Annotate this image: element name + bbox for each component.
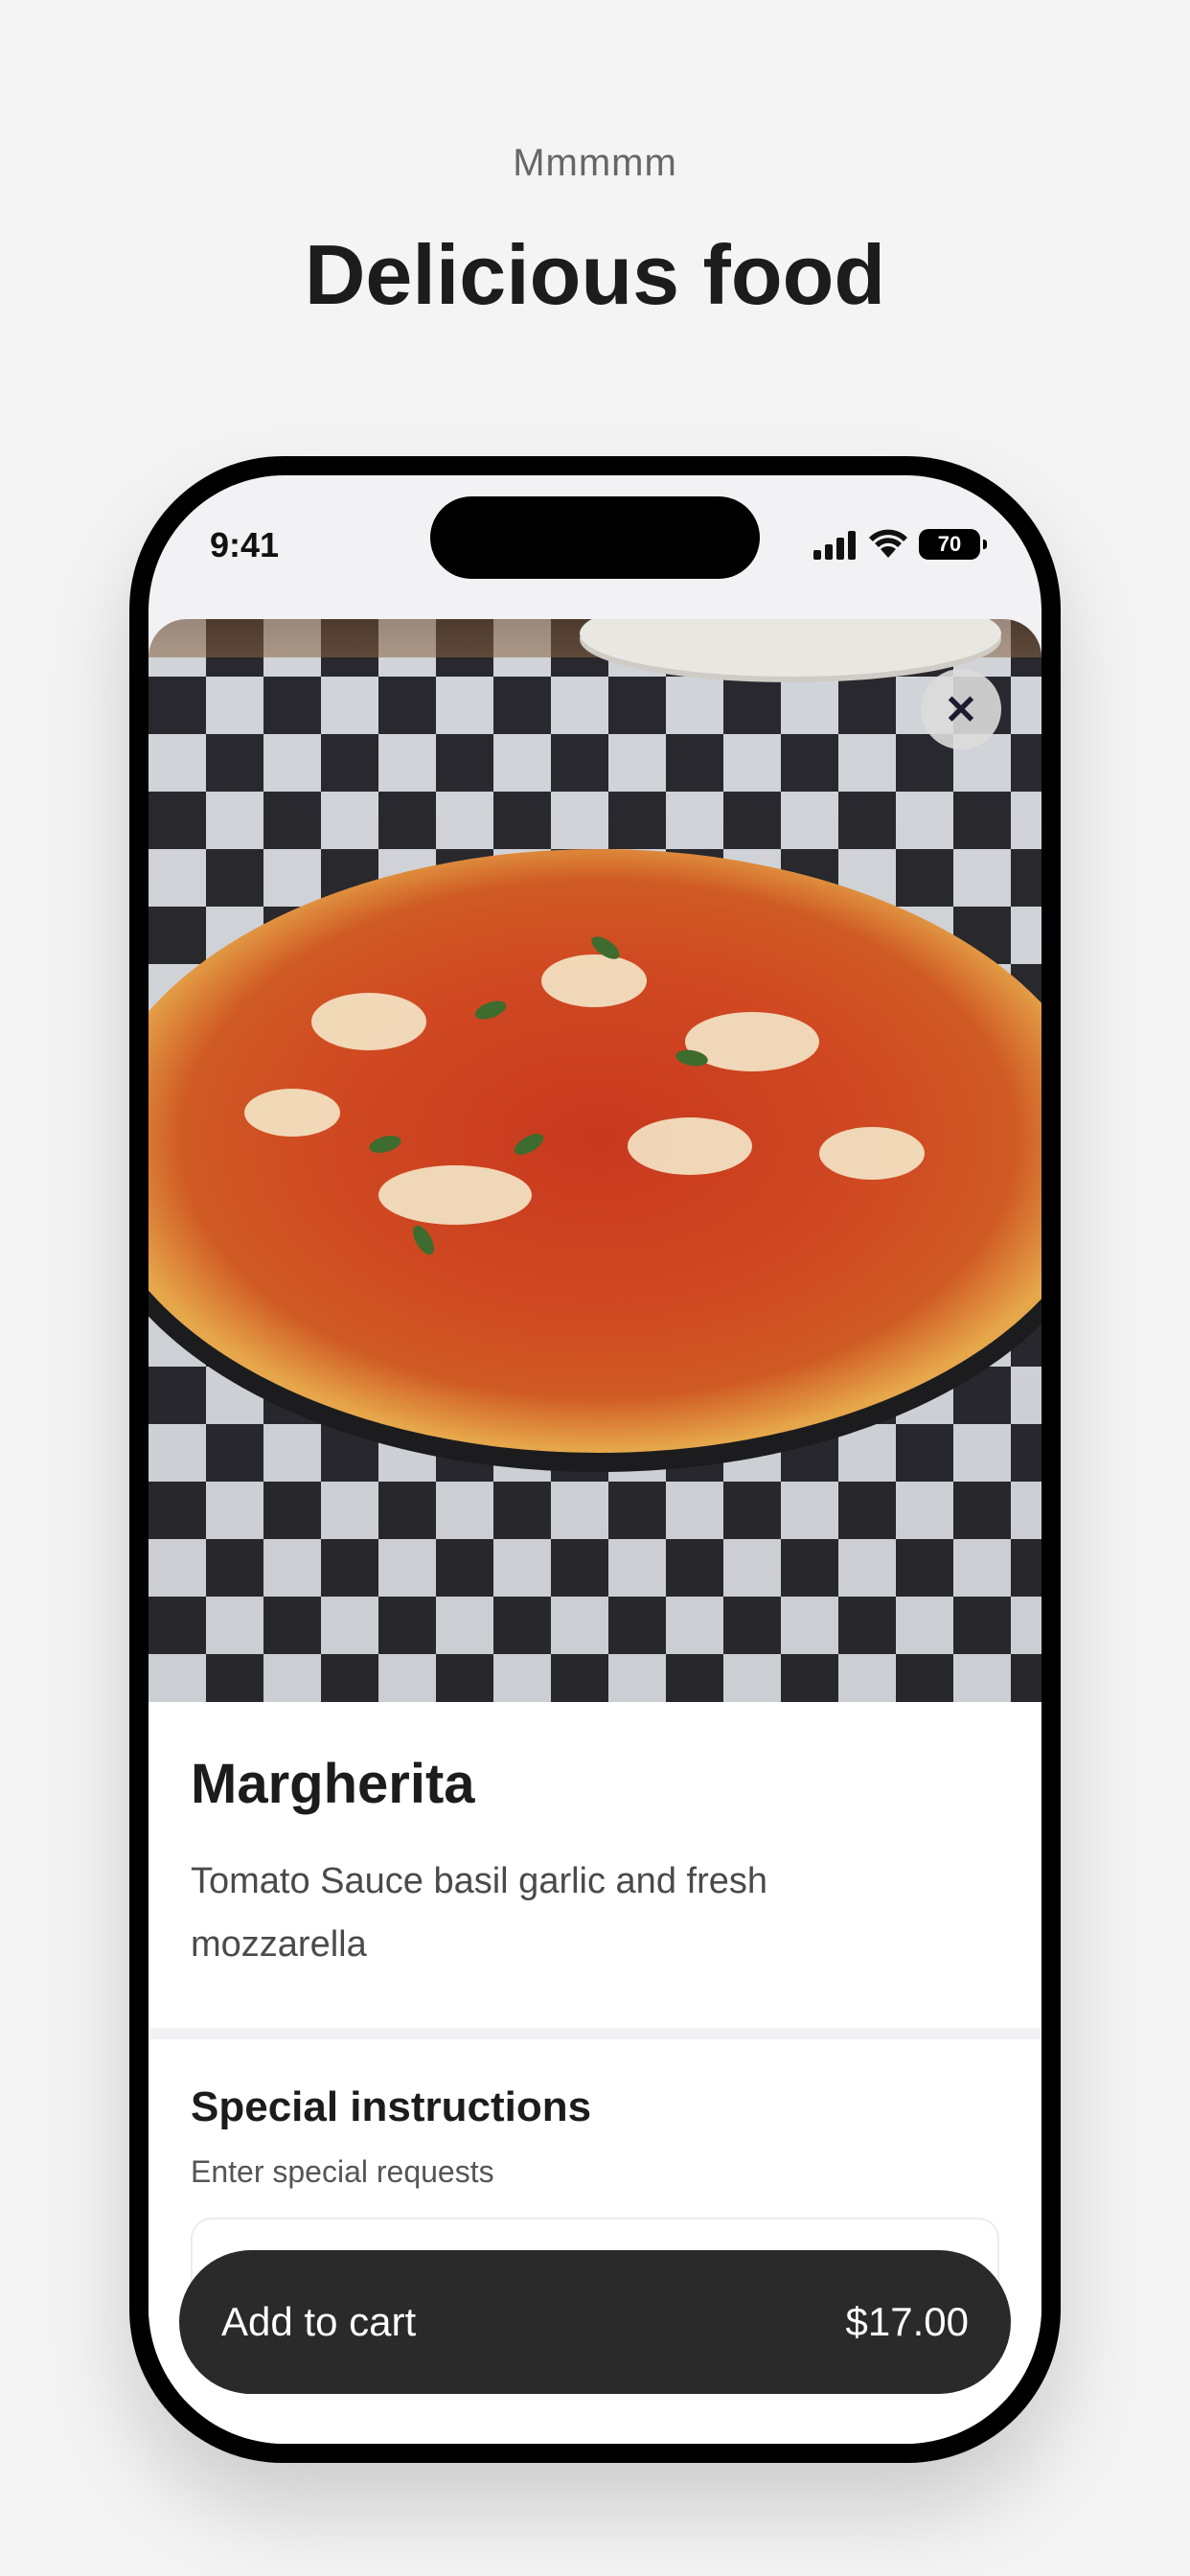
instructions-subtitle: Enter special requests	[191, 2154, 494, 2189]
mozzarella	[541, 954, 647, 1007]
dynamic-island	[430, 496, 760, 579]
phone-frame: 9:41 70 ✕ Margherita Tomato Sauce basil …	[129, 456, 1061, 2463]
mozzarella	[628, 1117, 752, 1175]
product-info: Margherita Tomato Sauce basil garlic and…	[149, 1702, 1041, 2028]
status-icons: 70	[812, 525, 987, 564]
add-to-cart-button[interactable]: Add to cart $17.00	[179, 2250, 1011, 2394]
basil-leaf	[408, 1222, 439, 1258]
plate	[580, 619, 1001, 677]
add-to-cart-label: Add to cart	[221, 2299, 417, 2344]
basil-leaf	[367, 1132, 403, 1157]
eyebrow-text: Mmmmm	[513, 142, 677, 184]
mozzarella	[311, 993, 426, 1050]
mozzarella	[819, 1127, 925, 1180]
status-time: 9:41	[210, 525, 280, 564]
battery-icon: 70	[919, 529, 987, 560]
instructions-title: Special instructions	[191, 2083, 592, 2130]
close-icon: ✕	[944, 686, 978, 732]
close-button[interactable]: ✕	[921, 669, 1001, 749]
cart-price: $17.00	[845, 2299, 969, 2344]
page-headline: Delicious food	[304, 227, 886, 322]
product-description: Tomato Sauce basil garlic and fresh mozz…	[191, 1861, 767, 1965]
basil-leaf	[472, 997, 509, 1024]
wifi-icon	[869, 529, 907, 558]
mozzarella	[244, 1089, 340, 1137]
product-photo: ✕	[149, 619, 1041, 1702]
pizza	[149, 849, 1041, 1453]
cellular-signal-icon	[813, 531, 856, 560]
mozzarella	[378, 1165, 532, 1225]
product-name: Margherita	[191, 1753, 475, 1815]
basil-leaf	[511, 1129, 547, 1160]
phone-screen: 9:41 70 ✕ Margherita Tomato Sauce basil …	[149, 475, 1041, 2444]
